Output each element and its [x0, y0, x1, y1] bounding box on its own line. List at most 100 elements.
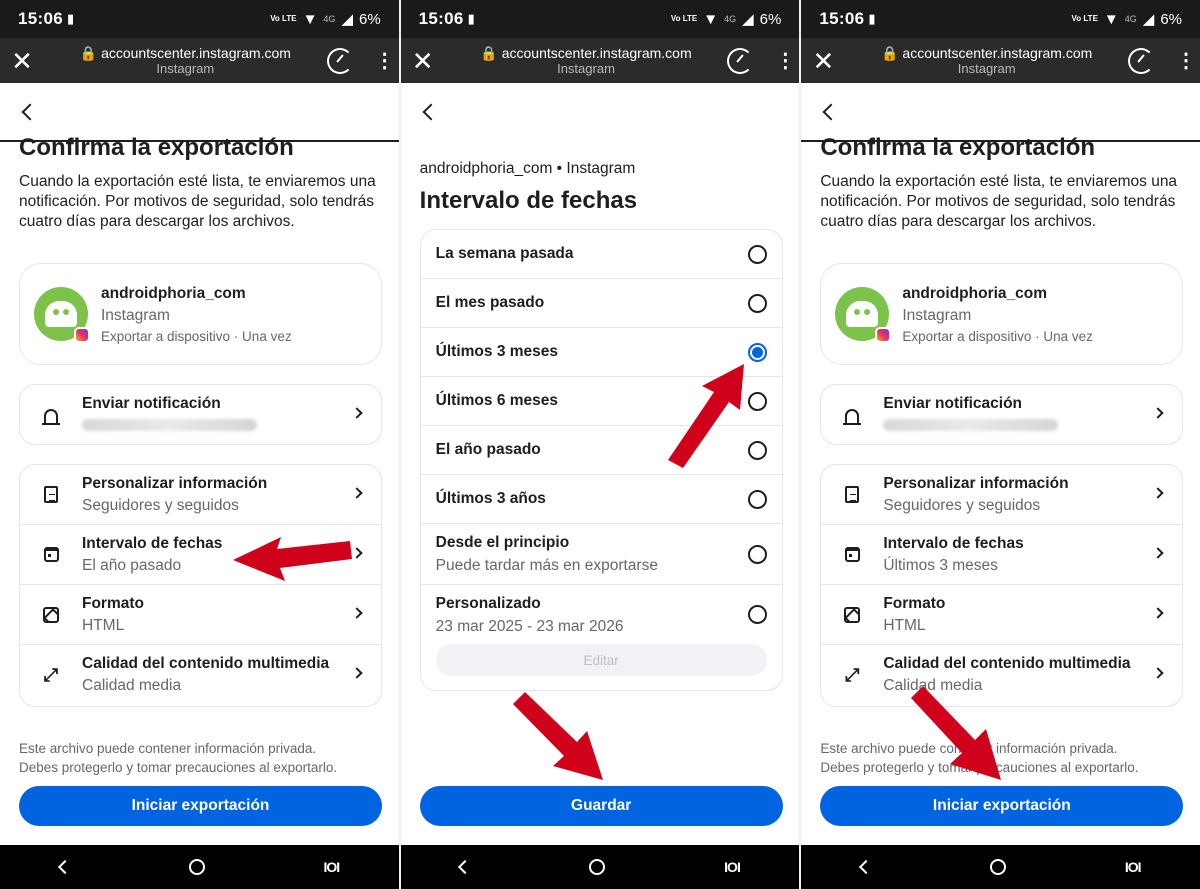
settings-row-format[interactable]: Formato HTML [821, 585, 1183, 645]
account-platform: Instagram [101, 306, 170, 324]
radio-button[interactable] [747, 392, 767, 411]
redacted-email [883, 419, 1059, 431]
row-label: Calidad del contenido multimedia [82, 655, 330, 672]
option-last-week[interactable]: La semana pasada [420, 230, 782, 279]
start-export-button[interactable]: Iniciar exportación [820, 786, 1184, 826]
settings-row-format[interactable]: Formato HTML [20, 585, 381, 645]
save-button[interactable]: Guardar [419, 786, 783, 826]
option-label: Desde el principio [435, 533, 570, 551]
option-label: El mes pasado [435, 294, 545, 311]
browser-toolbar: ✕ 🔒 accountscenter.instagram.com Instagr… [801, 38, 1200, 83]
url-text: 🔒 accountscenter.instagram.com [480, 44, 692, 61]
image-icon [20, 606, 82, 623]
radio-button[interactable] [747, 245, 767, 264]
privacy-line-1: Este archivo puede contener información … [19, 741, 317, 756]
edit-button[interactable]: Editar [435, 644, 767, 676]
nav-back-icon[interactable] [458, 859, 473, 875]
date-range-options: La semana pasada El mes pasado Últimos 3… [419, 229, 783, 691]
option-last-6-months[interactable]: Últimos 6 meses [420, 377, 782, 426]
notify-card[interactable]: Enviar notificación [820, 384, 1184, 445]
speed-gauge-icon[interactable] [727, 47, 754, 74]
chevron-left-icon [822, 103, 840, 121]
volte-icon: Vo LTE [1071, 14, 1098, 23]
page-title: Confirma la exportación [19, 134, 294, 161]
settings-row-date-range[interactable]: Intervalo de fechas El año pasado [20, 525, 381, 585]
option-last-3-years[interactable]: Últimos 3 años [420, 475, 782, 524]
signal-icon: ◢ [1142, 11, 1155, 28]
page-title: Intervalo de fechas [419, 187, 638, 214]
chevron-left-icon [21, 103, 39, 121]
close-tab-icon[interactable]: ✕ [801, 48, 845, 74]
signal-icon: ◢ [341, 11, 353, 28]
clock: 15:06 [18, 9, 63, 28]
signal-icon: ◢ [742, 11, 754, 28]
settings-row-quality[interactable]: ⤢ Calidad del contenido multimedia Calida… [821, 645, 1182, 705]
back-button[interactable] [419, 100, 443, 124]
start-export-button[interactable]: Iniciar exportación [19, 786, 382, 826]
close-tab-icon[interactable]: ✕ [401, 48, 445, 74]
nav-home-icon[interactable] [989, 859, 1006, 875]
nav-recents-icon[interactable]: IOI [1125, 859, 1142, 875]
notify-row[interactable]: Enviar notificación [20, 385, 381, 444]
battery-level: 6% [358, 10, 381, 28]
overflow-menu-icon[interactable]: ⋮ [371, 51, 399, 71]
close-tab-icon[interactable]: ✕ [0, 48, 44, 74]
url-box[interactable]: 🔒 accountscenter.instagram.com Instagram [845, 45, 1128, 77]
nav-home-icon[interactable] [589, 859, 606, 875]
browser-toolbar: ✕ 🔒 accountscenter.instagram.com Instagr… [400, 38, 800, 83]
chevron-left-icon [422, 103, 440, 121]
volte-icon: Vo LTE [670, 14, 698, 23]
radio-button-selected[interactable] [747, 343, 767, 362]
chevron-right-icon [1152, 607, 1165, 619]
header-divider [0, 140, 399, 142]
settings-row-info[interactable]: Personalizar información Seguidores y seg… [20, 465, 381, 525]
instagram-badge-icon [74, 327, 90, 343]
notify-card[interactable]: Enviar notificación [19, 384, 382, 445]
radio-button[interactable] [747, 605, 767, 624]
radio-button[interactable] [747, 490, 767, 509]
nav-home-icon[interactable] [188, 859, 205, 875]
overflow-menu-icon[interactable]: ⋮ [771, 51, 799, 71]
header-divider [801, 140, 1200, 142]
speed-gauge-icon[interactable] [326, 47, 353, 74]
radio-button[interactable] [747, 545, 767, 564]
url-box[interactable]: 🔒 accountscenter.instagram.com Instagram [44, 45, 327, 77]
settings-row-quality[interactable]: ⤢ Calidad del contenido multimedia Calida… [20, 645, 381, 705]
nav-back-icon[interactable] [858, 859, 873, 875]
notify-row[interactable]: Enviar notificación [821, 385, 1182, 444]
option-label: Últimos 3 años [435, 490, 546, 507]
page-description: Cuando la exportación esté lista, te env… [820, 173, 1178, 230]
system-nav-bar: IOI [801, 845, 1200, 889]
account-meta: Exportar a dispositivo · Una vez [101, 328, 292, 344]
notification-icon: ▮ [868, 11, 876, 26]
radio-button[interactable] [747, 441, 767, 460]
system-nav-bar: IOI [0, 845, 399, 889]
nav-recents-icon[interactable]: IOI [724, 859, 741, 875]
chevron-right-icon [1152, 407, 1165, 419]
option-last-year[interactable]: El año pasado [420, 426, 782, 475]
avatar [34, 287, 90, 343]
settings-row-info[interactable]: Personalizar información Seguidores y seg… [821, 465, 1183, 525]
chevron-right-icon [1152, 667, 1165, 679]
speed-gauge-icon[interactable] [1128, 47, 1155, 74]
back-button[interactable] [819, 100, 843, 124]
privacy-line-2: Debes protegerlo y tomar precauciones al… [19, 760, 338, 775]
settings-row-date-range[interactable]: Intervalo de fechas Últimos 3 meses [821, 525, 1183, 585]
nav-recents-icon[interactable]: IOI [324, 859, 341, 875]
option-all-time[interactable]: Desde el principio Puede tardar más en e… [420, 524, 782, 585]
annotation-arrow-icon [512, 692, 603, 780]
option-last-3-months[interactable]: Últimos 3 meses [420, 328, 782, 377]
account-meta: Exportar a dispositivo · Una vez [902, 328, 1093, 344]
calendar-icon [20, 547, 82, 562]
nav-back-icon[interactable] [57, 859, 72, 875]
row-label: Personalizar información [82, 474, 268, 492]
wifi-icon: ▼ [703, 10, 719, 28]
option-last-month[interactable]: El mes pasado [420, 279, 782, 328]
radio-button[interactable] [747, 294, 767, 313]
back-button[interactable] [18, 100, 42, 124]
system-nav-bar: IOI [400, 845, 800, 889]
option-custom[interactable]: Personalizado 23 mar 2025 - 23 mar 2026 … [421, 585, 782, 681]
document-icon [821, 486, 883, 503]
overflow-menu-icon[interactable]: ⋮ [1172, 51, 1200, 71]
url-box[interactable]: 🔒 accountscenter.instagram.com Instagram [445, 45, 728, 77]
